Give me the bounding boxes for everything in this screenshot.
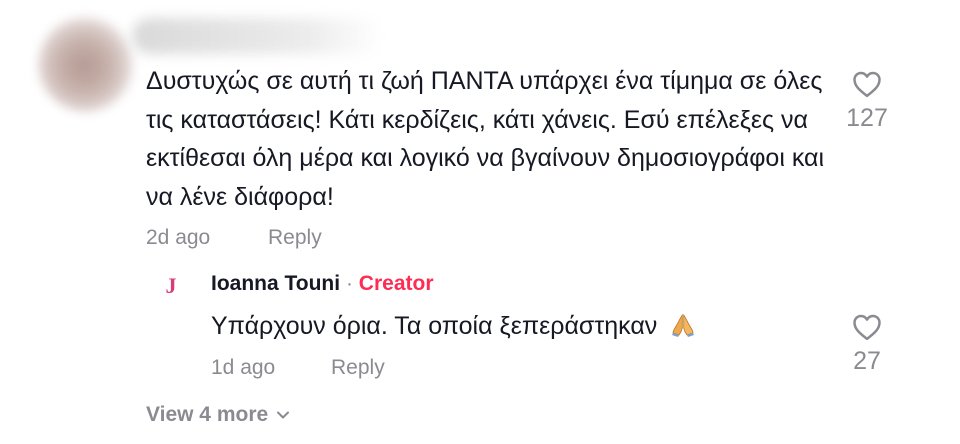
comment-timestamp: 2d ago bbox=[146, 226, 211, 249]
chevron-down-icon bbox=[277, 411, 290, 419]
view-more-replies-button[interactable]: View 4 more bbox=[146, 403, 290, 427]
reply-text: Υπάρχουν όρια. Τα οποία ξεπεράστηκαν bbox=[211, 312, 658, 340]
reply-like-button[interactable]: 27 bbox=[838, 313, 896, 376]
comment-text: Δυστυχώς σε αυτή τι ζωή ΠΑΝΤΑ υπάρχει έν… bbox=[146, 67, 825, 211]
commenter-avatar[interactable] bbox=[38, 16, 134, 112]
reply-reply-button[interactable]: Reply bbox=[331, 356, 385, 380]
reply-author-separator: · bbox=[345, 272, 353, 295]
reply-author-line: Ioanna Touni · Creator bbox=[211, 272, 434, 296]
reply-timestamp: 1d ago bbox=[211, 356, 276, 379]
heart-outline-icon bbox=[853, 314, 881, 341]
comment-reply-button[interactable]: Reply bbox=[268, 226, 322, 250]
comment-like-button[interactable]: 127 bbox=[838, 70, 896, 133]
commenter-name-redacted bbox=[132, 18, 382, 54]
reply-avatar[interactable]: J bbox=[160, 274, 182, 298]
reply-like-count: 27 bbox=[853, 347, 881, 375]
creator-badge: Creator bbox=[358, 272, 434, 295]
reply-text-line: Υπάρχουν όρια. Τα οποία ξεπεράστηκαν bbox=[211, 307, 696, 349]
reply-author-name[interactable]: Ioanna Touni bbox=[211, 272, 340, 295]
folded-hands-icon bbox=[670, 311, 696, 349]
view-more-label: View 4 more bbox=[146, 403, 269, 426]
comment-like-count: 127 bbox=[846, 104, 888, 132]
heart-outline-icon bbox=[853, 71, 881, 98]
